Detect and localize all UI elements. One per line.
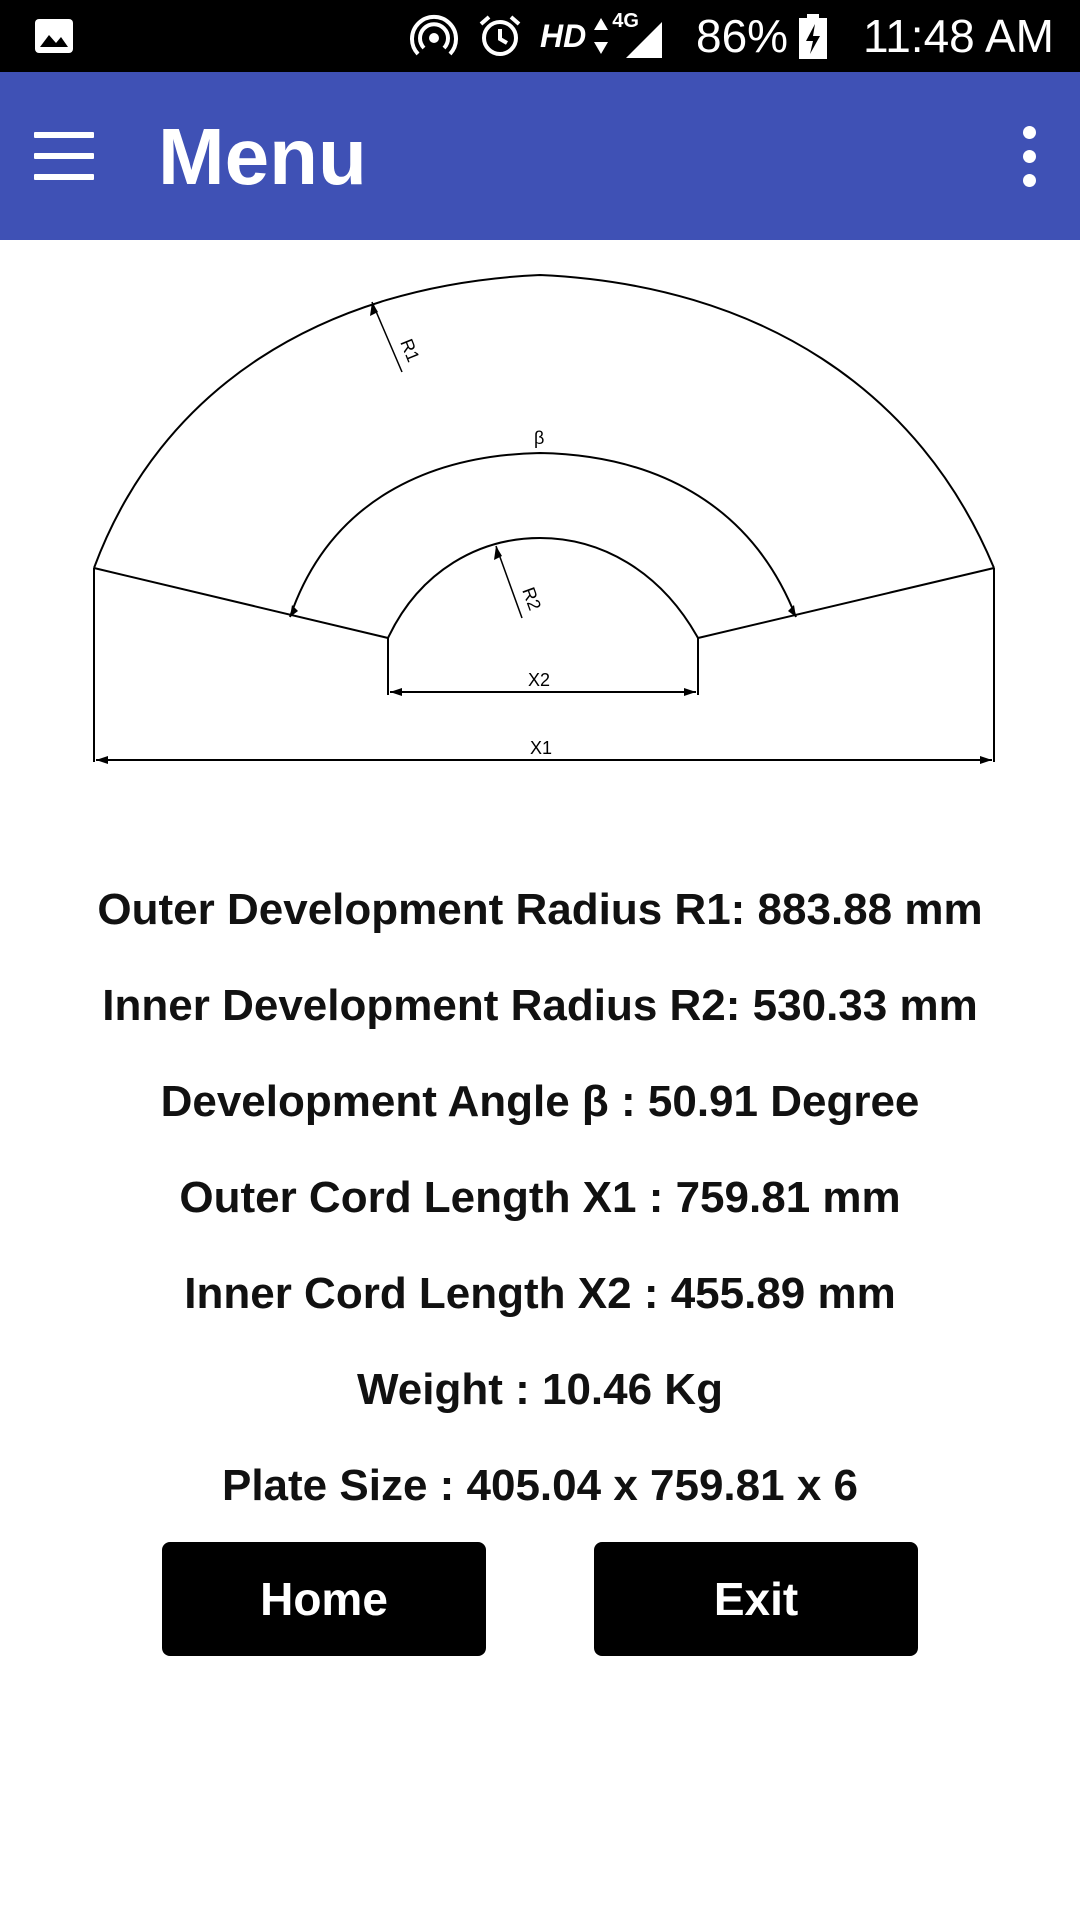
beta-arc <box>289 451 797 618</box>
alarm-icon <box>479 15 521 56</box>
hd-label: HD <box>540 17 587 54</box>
right-side <box>697 567 995 639</box>
signal-icon <box>626 22 663 58</box>
left-side <box>93 567 389 639</box>
r1-label: R1 <box>396 336 423 365</box>
battery-charging-icon <box>799 14 827 59</box>
development-angle-result: Development Angle β : 50.91 Degree <box>160 1077 920 1126</box>
image-icon <box>35 19 73 53</box>
development-diagram: R1 R2 β X2 X1 <box>93 273 995 764</box>
status-bar: HD 4G 86% 11:48 AM <box>0 0 1080 72</box>
page-title: Menu <box>158 112 367 201</box>
r2-label: R2 <box>518 585 545 613</box>
exit-button[interactable]: Exit <box>594 1542 918 1656</box>
signal-group: 4G <box>610 10 670 62</box>
status-icons: HD 4G <box>410 10 670 62</box>
hamburger-menu-icon[interactable] <box>30 126 98 186</box>
outer-arc <box>93 273 995 569</box>
home-button[interactable]: Home <box>162 1542 486 1656</box>
outer-cord-result: Outer Cord Length X1 : 759.81 mm <box>179 1173 901 1222</box>
beta-label: β <box>534 428 544 448</box>
x1-label: X1 <box>530 738 552 758</box>
battery-percent: 86% <box>696 10 789 62</box>
results-list: Outer Development Radius R1: 883.88 mm I… <box>0 880 1080 1552</box>
x2-label: X2 <box>528 670 550 690</box>
clock: 11:48 AM <box>863 10 1054 62</box>
data-arrows-icon <box>594 18 609 54</box>
more-vert-icon[interactable] <box>1010 122 1050 192</box>
weight-result: Weight : 10.46 Kg <box>357 1365 723 1414</box>
inner-arc <box>387 536 699 639</box>
inner-radius-result: Inner Development Radius R2: 530.33 mm <box>102 981 978 1030</box>
hotspot-icon <box>410 14 458 56</box>
app-bar: Menu <box>0 72 1080 240</box>
plate-size-result: Plate Size : 405.04 x 759.81 x 6 <box>221 1461 858 1510</box>
inner-cord-result: Inner Cord Length X2 : 455.89 mm <box>184 1269 896 1318</box>
outer-radius-result: Outer Development Radius R1: 883.88 mm <box>97 885 983 934</box>
